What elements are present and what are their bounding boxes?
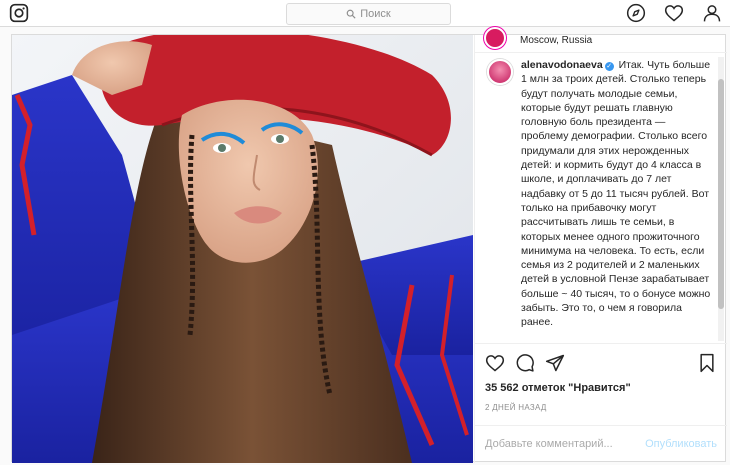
post-date[interactable]: 2 ДНЕЙ НАЗАД <box>485 403 547 412</box>
search-placeholder: Поиск <box>360 8 391 20</box>
instagram-icon[interactable] <box>9 3 29 23</box>
post-caption: alenavodonaeva ✓ Итак. Чуть больше 1 млн … <box>475 56 727 342</box>
search-input[interactable]: Поиск <box>286 3 451 25</box>
comment-form: Добавьте комментарий... Опубликовать <box>475 425 727 463</box>
comment-input[interactable]: Добавьте комментарий... <box>485 438 613 450</box>
likes-count[interactable]: 35 562 отметок "Нравится" <box>485 382 631 394</box>
comment-icon[interactable] <box>515 353 535 373</box>
post-card: Moscow, Russia alenavodonaeva ✓ Итак. Чут… <box>11 27 727 463</box>
avatar[interactable] <box>484 27 506 49</box>
post-actions <box>475 343 727 377</box>
avatar[interactable] <box>487 59 513 85</box>
post-sidebar: Moscow, Russia alenavodonaeva ✓ Итак. Чут… <box>474 27 727 463</box>
nav-icons <box>626 3 722 23</box>
post-photo[interactable] <box>12 35 473 463</box>
share-icon[interactable] <box>545 353 565 373</box>
like-heart-icon[interactable] <box>485 353 505 373</box>
compass-icon[interactable] <box>626 3 646 23</box>
caption-body: Итак. Чуть больше 1 млн за троих детей. … <box>521 59 711 329</box>
portrait-image <box>12 35 473 463</box>
search-icon <box>346 9 356 19</box>
top-navigation: Поиск <box>0 0 730 27</box>
scrollbar-thumb[interactable] <box>718 79 724 309</box>
bookmark-icon[interactable] <box>697 353 717 373</box>
verified-badge-icon: ✓ <box>604 62 614 71</box>
caption-text: alenavodonaeva ✓ Итак. Чуть больше 1 млн … <box>521 58 713 330</box>
publish-button[interactable]: Опубликовать <box>645 438 717 450</box>
author-username[interactable]: alenavodonaeva <box>521 59 603 71</box>
profile-icon[interactable] <box>702 3 722 23</box>
post-location[interactable]: Moscow, Russia <box>520 35 592 46</box>
post-header: Moscow, Russia <box>475 27 727 53</box>
caption-scrollbar[interactable] <box>718 57 724 341</box>
heart-icon[interactable] <box>664 3 684 23</box>
